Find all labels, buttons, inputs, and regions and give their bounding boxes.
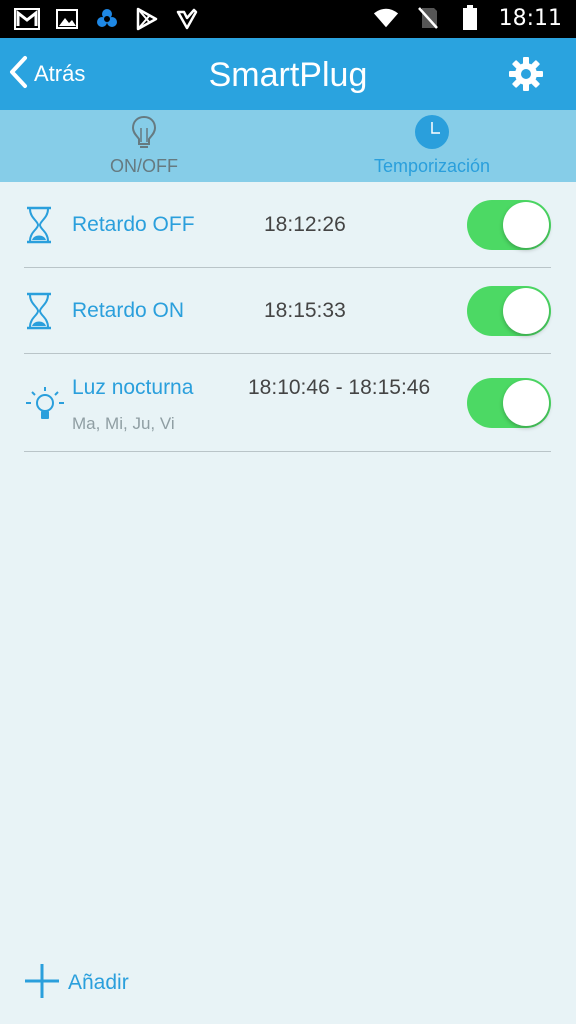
schedule-name: Retardo OFF [72, 213, 195, 236]
status-right-icons: 18:11 [373, 5, 562, 31]
tab-bar: ON/OFF Temporización [0, 110, 576, 182]
schedule-name: Retardo ON [72, 299, 185, 322]
back-label: Atrás [34, 61, 86, 86]
back-button[interactable]: Atrás [8, 54, 85, 94]
gear-icon [508, 57, 544, 96]
chevron-left-icon [8, 55, 28, 94]
schedule-days: Ma, Mi, Ju, Vi [72, 414, 175, 433]
status-left-icons [14, 6, 200, 32]
status-bar: 18:11 [0, 0, 576, 38]
bulb-icon [126, 114, 162, 150]
tab-on-off[interactable]: ON/OFF [0, 110, 288, 182]
gmail-icon [14, 6, 40, 32]
schedule-time: 18:10:46 - 18:15:46 [248, 376, 431, 399]
gallery-icon [54, 6, 80, 32]
tab-on-off-label: ON/OFF [110, 156, 178, 176]
schedule-time: 18:15:33 [264, 299, 346, 322]
status-time: 18:11 [498, 5, 562, 31]
hourglass-icon [24, 206, 54, 244]
plus-icon [24, 963, 60, 1004]
check-icon [174, 6, 200, 32]
list-item[interactable]: Retardo ON 18:15:33 [24, 268, 551, 354]
tab-timer-label: Temporización [373, 156, 491, 176]
list-item[interactable]: Luz nocturna Ma, Mi, Ju, Vi 18:10:46 - 1… [24, 354, 551, 452]
schedule-time: 18:12:26 [264, 213, 346, 236]
battery-icon [457, 5, 483, 31]
page-title: SmartPlug [208, 56, 368, 94]
schedule-name: Luz nocturna [72, 376, 194, 399]
tab-timer[interactable]: Temporización [288, 110, 576, 182]
toggle-knob [503, 380, 549, 426]
no-signal-icon [415, 5, 441, 31]
add-label: Añadir [68, 971, 129, 994]
toggle-knob [503, 202, 549, 248]
schedule-toggle[interactable] [467, 200, 551, 250]
settings-button[interactable] [508, 56, 544, 92]
wifi-icon [373, 5, 399, 31]
toggle-knob [503, 288, 549, 334]
night-light-icon [24, 384, 66, 426]
schedule-toggle[interactable] [467, 378, 551, 428]
schedule-list: Retardo OFF 18:12:26 Retardo ON 18:15:33… [24, 182, 551, 452]
add-button[interactable]: Añadir [24, 963, 129, 1003]
hourglass-icon [24, 292, 54, 330]
clock-icon [414, 114, 450, 150]
app-icon [94, 6, 120, 32]
schedule-toggle[interactable] [467, 286, 551, 336]
play-store-icon [134, 6, 160, 32]
app-bar: Atrás SmartPlug [0, 38, 576, 110]
list-item[interactable]: Retardo OFF 18:12:26 [24, 182, 551, 268]
